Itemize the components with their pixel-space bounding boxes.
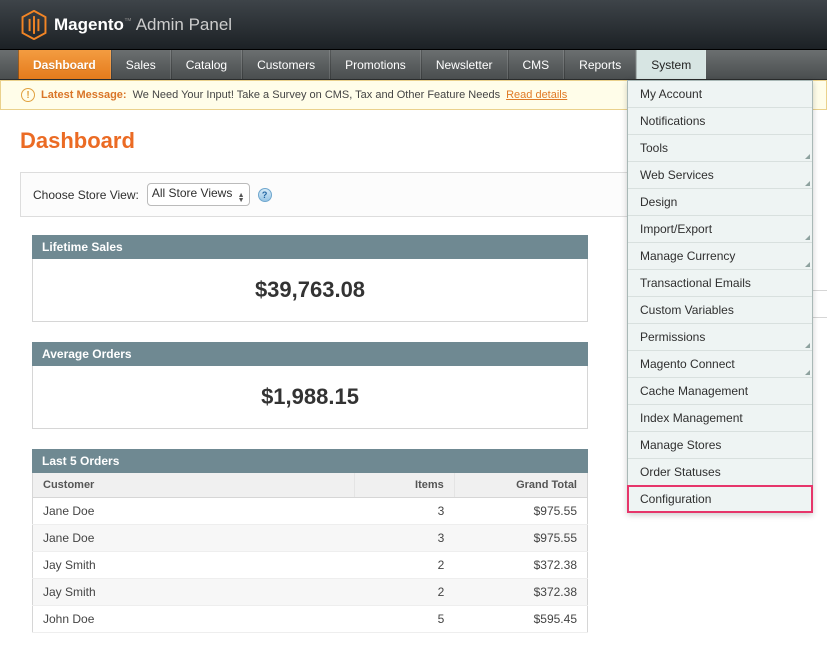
select-arrows-icon: ▲▼ [238, 193, 245, 203]
cell-total: $595.45 [454, 606, 587, 633]
cell-items: 2 [354, 579, 454, 606]
last-orders-table: Customer Items Grand Total Jane Doe3$975… [32, 473, 588, 633]
cell-total: $372.38 [454, 552, 587, 579]
menu-my-account[interactable]: My Account [628, 81, 812, 108]
menu-configuration[interactable]: Configuration [628, 486, 812, 512]
last-orders-panel: Last 5 Orders Customer Items Grand Total… [32, 449, 588, 633]
cell-total: $975.55 [454, 525, 587, 552]
cell-customer: Jay Smith [33, 552, 355, 579]
nav-reports[interactable]: Reports [564, 50, 636, 79]
menu-permissions[interactable]: Permissions [628, 324, 812, 351]
magento-logo-icon [20, 10, 48, 40]
message-label: Latest Message: [41, 89, 127, 101]
logo[interactable]: Magento™ Admin Panel [20, 10, 232, 40]
table-row[interactable]: Jay Smith2$372.38 [33, 552, 588, 579]
table-row[interactable]: John Doe5$595.45 [33, 606, 588, 633]
menu-index-management[interactable]: Index Management [628, 405, 812, 432]
cell-items: 3 [354, 498, 454, 525]
submenu-indicator-icon [805, 370, 810, 375]
cell-items: 5 [354, 606, 454, 633]
menu-web-services[interactable]: Web Services [628, 162, 812, 189]
menu-magento-connect[interactable]: Magento Connect [628, 351, 812, 378]
menu-order-statuses[interactable]: Order Statuses [628, 459, 812, 486]
store-view-label: Choose Store View: [33, 188, 139, 202]
average-orders-panel: Average Orders $1,988.15 [32, 342, 588, 429]
message-text: We Need Your Input! Take a Survey on CMS… [133, 89, 501, 101]
col-customer: Customer [33, 473, 355, 498]
submenu-indicator-icon [805, 235, 810, 240]
nav-system[interactable]: System [636, 50, 706, 79]
cell-customer: Jane Doe [33, 525, 355, 552]
menu-cache-management[interactable]: Cache Management [628, 378, 812, 405]
menu-tools[interactable]: Tools [628, 135, 812, 162]
col-total: Grand Total [454, 473, 587, 498]
lifetime-sales-value: $39,763.08 [43, 277, 577, 303]
nav-customers[interactable]: Customers [242, 50, 330, 79]
average-orders-value: $1,988.15 [43, 384, 577, 410]
store-view-select[interactable]: All Store Views ▲▼ [147, 183, 250, 206]
table-row[interactable]: Jane Doe3$975.55 [33, 525, 588, 552]
message-link[interactable]: Read details [506, 89, 567, 101]
alert-icon: ! [21, 88, 35, 102]
help-icon[interactable]: ? [258, 188, 272, 202]
panel-header: Average Orders [32, 342, 588, 366]
menu-manage-stores[interactable]: Manage Stores [628, 432, 812, 459]
submenu-indicator-icon [805, 181, 810, 186]
lifetime-sales-panel: Lifetime Sales $39,763.08 [32, 235, 588, 322]
menu-notifications[interactable]: Notifications [628, 108, 812, 135]
col-items: Items [354, 473, 454, 498]
nav-promotions[interactable]: Promotions [330, 50, 421, 79]
cell-items: 2 [354, 552, 454, 579]
cell-total: $975.55 [454, 498, 587, 525]
logo-text: Magento™ Admin Panel [54, 15, 232, 35]
table-row[interactable]: Jane Doe3$975.55 [33, 498, 588, 525]
nav-sales[interactable]: Sales [111, 50, 171, 79]
nav-dashboard[interactable]: Dashboard [18, 50, 111, 79]
cell-items: 3 [354, 525, 454, 552]
nav-newsletter[interactable]: Newsletter [421, 50, 508, 79]
nav-catalog[interactable]: Catalog [171, 50, 242, 79]
submenu-indicator-icon [805, 262, 810, 267]
submenu-indicator-icon [805, 154, 810, 159]
menu-import-export[interactable]: Import/Export [628, 216, 812, 243]
table-row[interactable]: Jay Smith2$372.38 [33, 579, 588, 606]
cell-total: $372.38 [454, 579, 587, 606]
cell-customer: Jane Doe [33, 498, 355, 525]
panel-header: Lifetime Sales [32, 235, 588, 259]
cell-customer: Jay Smith [33, 579, 355, 606]
nav-cms[interactable]: CMS [508, 50, 565, 79]
system-dropdown: My AccountNotificationsToolsWeb Services… [627, 80, 813, 513]
submenu-indicator-icon [805, 343, 810, 348]
menu-transactional-emails[interactable]: Transactional Emails [628, 270, 812, 297]
main-nav: DashboardSalesCatalogCustomersPromotions… [0, 50, 827, 80]
header: Magento™ Admin Panel [0, 0, 827, 50]
menu-design[interactable]: Design [628, 189, 812, 216]
menu-manage-currency[interactable]: Manage Currency [628, 243, 812, 270]
cell-customer: John Doe [33, 606, 355, 633]
panel-header: Last 5 Orders [32, 449, 588, 473]
menu-custom-variables[interactable]: Custom Variables [628, 297, 812, 324]
